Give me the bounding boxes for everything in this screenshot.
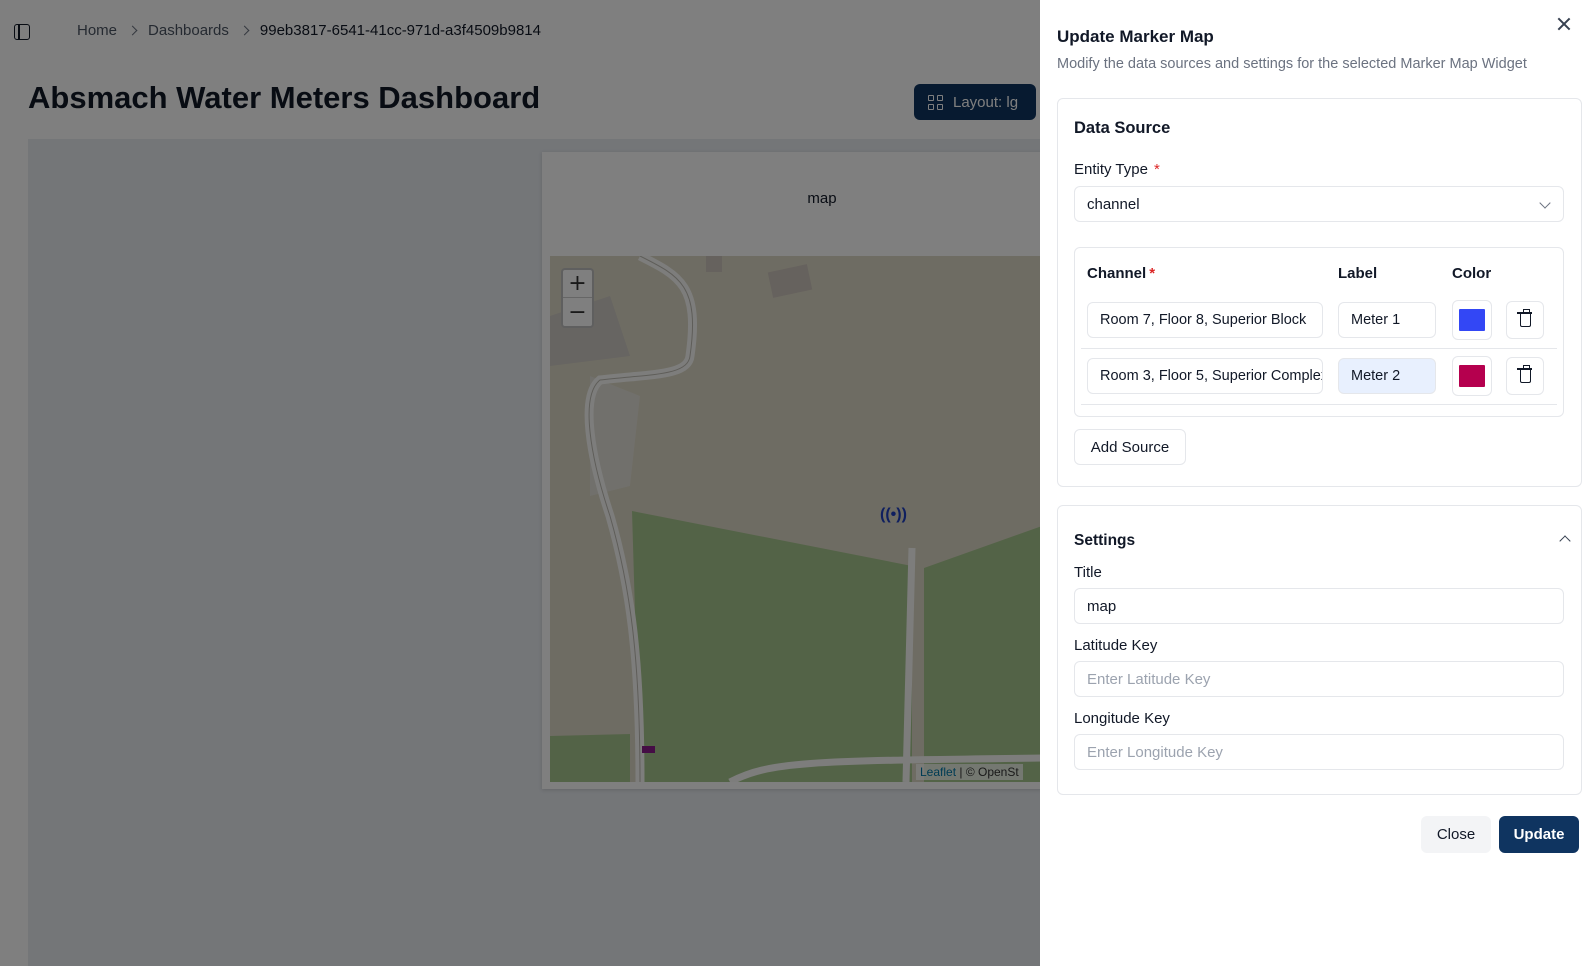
color-swatch bbox=[1459, 365, 1485, 387]
trash-icon bbox=[1517, 309, 1532, 327]
entity-type-label-text: Entity Type bbox=[1074, 161, 1148, 178]
required-mark: * bbox=[1149, 265, 1156, 282]
add-source-button[interactable]: Add Source bbox=[1074, 429, 1186, 465]
settings-card: Settings Title map Latitude Key Enter La… bbox=[1057, 505, 1582, 795]
chevron-up-icon[interactable] bbox=[1559, 535, 1571, 547]
latitude-key-input[interactable]: Enter Latitude Key bbox=[1074, 661, 1564, 697]
title-label: Title bbox=[1074, 564, 1102, 581]
column-header-color: Color bbox=[1452, 265, 1492, 282]
drawer-title: Update Marker Map bbox=[1057, 27, 1214, 46]
entity-type-value: channel bbox=[1087, 195, 1140, 213]
chevron-down-icon bbox=[1539, 197, 1551, 209]
label-input-row-2[interactable]: Meter 2 bbox=[1338, 358, 1436, 394]
row-divider bbox=[1081, 348, 1557, 349]
settings-heading: Settings bbox=[1074, 532, 1136, 549]
update-button[interactable]: Update bbox=[1499, 816, 1579, 853]
data-source-card: Data Source Entity Type * channel Channel… bbox=[1057, 98, 1582, 487]
trash-icon bbox=[1517, 365, 1532, 383]
channel-select-row-1[interactable]: Room 7, Floor 8, Superior Block bbox=[1087, 302, 1323, 338]
sources-table: Channel * Label Color Room 7, Floor 8, Su… bbox=[1074, 247, 1564, 417]
title-input[interactable]: map bbox=[1074, 588, 1564, 624]
label-input-row-1[interactable]: Meter 1 bbox=[1338, 302, 1436, 338]
color-swatch bbox=[1459, 309, 1485, 331]
row-divider bbox=[1081, 404, 1557, 405]
delete-row-1-button[interactable] bbox=[1506, 301, 1544, 339]
column-header-channel: Channel * bbox=[1087, 265, 1155, 282]
entity-type-label: Entity Type * bbox=[1074, 161, 1160, 178]
column-header-channel-text: Channel bbox=[1087, 265, 1147, 282]
color-picker-row-1[interactable] bbox=[1452, 300, 1492, 340]
longitude-key-input[interactable]: Enter Longitude Key bbox=[1074, 734, 1564, 770]
latitude-key-label: Latitude Key bbox=[1074, 637, 1158, 654]
delete-row-2-button[interactable] bbox=[1506, 357, 1544, 395]
drawer-description: Modify the data sources and settings for… bbox=[1057, 56, 1527, 72]
channel-select-row-2[interactable]: Room 3, Floor 5, Superior Complex bbox=[1087, 358, 1323, 394]
close-button[interactable]: Close bbox=[1421, 816, 1491, 853]
longitude-key-label: Longitude Key bbox=[1074, 710, 1170, 727]
entity-type-select[interactable]: channel bbox=[1074, 186, 1564, 222]
required-mark: * bbox=[1153, 161, 1160, 178]
column-header-label: Label bbox=[1338, 265, 1378, 282]
close-icon[interactable] bbox=[1556, 16, 1572, 32]
color-picker-row-2[interactable] bbox=[1452, 356, 1492, 396]
data-source-heading: Data Source bbox=[1074, 119, 1171, 137]
